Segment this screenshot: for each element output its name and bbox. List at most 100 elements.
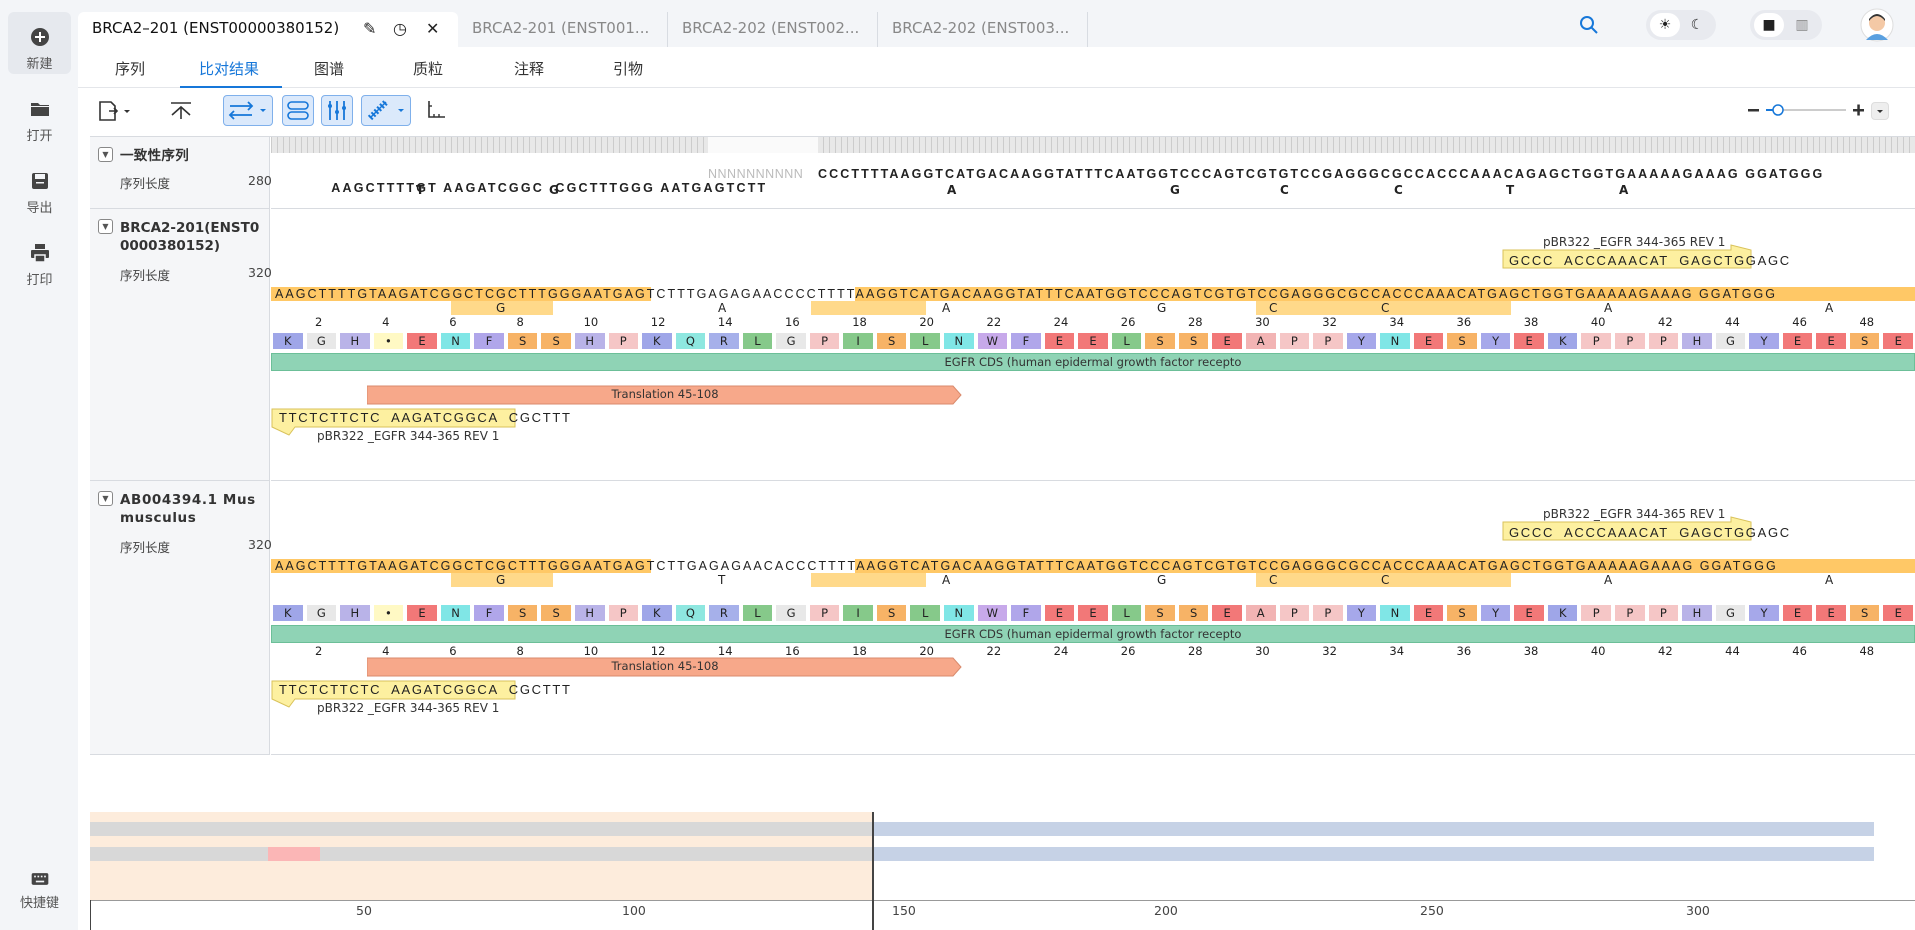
amino-acid[interactable]: E (1212, 605, 1242, 621)
amino-acid[interactable]: E (1078, 605, 1108, 621)
amino-acid[interactable]: Y (1749, 605, 1779, 621)
amino-acid[interactable]: L (1111, 605, 1142, 621)
translation-feature[interactable]: Translation 45-108 (367, 385, 963, 403)
amino-acid[interactable]: P (809, 333, 840, 349)
columns-view-button[interactable] (321, 95, 353, 126)
amino-acid[interactable]: Y (1346, 605, 1377, 621)
amino-acid[interactable]: S (1178, 333, 1209, 349)
amino-acid[interactable]: F (1011, 605, 1041, 621)
amino-acid[interactable]: E (1212, 333, 1242, 349)
amino-acid[interactable]: P (1279, 605, 1310, 621)
direction-toggle-button[interactable] (223, 95, 273, 126)
amino-acid[interactable]: • (373, 605, 404, 621)
collapse-toggle-icon[interactable]: ▼ (98, 219, 113, 234)
file-menu-button[interactable] (96, 95, 136, 126)
amino-acid[interactable]: L (742, 605, 773, 621)
amino-acid[interactable]: F (474, 333, 504, 349)
amino-acid[interactable]: L (1111, 333, 1142, 349)
amino-acid[interactable]: K (273, 333, 303, 349)
amino-acid[interactable]: K (642, 333, 672, 349)
amino-acid[interactable]: W (977, 333, 1008, 349)
edit-icon[interactable]: ✎ (363, 12, 376, 45)
amino-acid[interactable]: E (1816, 605, 1846, 621)
dna-display-button[interactable] (361, 95, 411, 126)
amino-acid[interactable]: H (1682, 333, 1712, 349)
amino-acid[interactable]: K (273, 605, 303, 621)
amino-acid[interactable]: G (776, 605, 806, 621)
amino-acid[interactable]: S (1178, 605, 1209, 621)
doc-tab-4[interactable]: BRCA2-202 (ENST003... (878, 12, 1088, 47)
amino-acid[interactable]: L (910, 333, 941, 349)
amino-acid[interactable]: R (709, 605, 739, 621)
amino-acid[interactable]: S (876, 333, 907, 349)
tab-annotation[interactable]: 注释 (514, 58, 544, 79)
amino-acid[interactable]: S (1849, 605, 1880, 621)
amino-acid[interactable]: N (440, 333, 471, 349)
tab-alignment[interactable]: 比对结果 (199, 58, 259, 79)
amino-acid[interactable]: E (1413, 333, 1444, 349)
amino-acid[interactable]: P (1313, 333, 1343, 349)
tab-sequence[interactable]: 序列 (115, 58, 145, 79)
collapse-all-button[interactable] (166, 95, 196, 126)
amino-acid[interactable]: E (1044, 605, 1075, 621)
amino-acid[interactable]: E (1782, 333, 1813, 349)
amino-acid[interactable]: G (776, 333, 806, 349)
amino-acid[interactable]: W (977, 605, 1008, 621)
doc-tab-2[interactable]: BRCA2-201 (ENST001... (458, 12, 668, 47)
amino-acid[interactable]: P (1279, 333, 1310, 349)
tab-primer[interactable]: 引物 (613, 58, 643, 79)
amino-acid[interactable]: I (843, 333, 873, 349)
amino-acid[interactable]: Q (675, 333, 706, 349)
amino-acid[interactable]: P (608, 605, 639, 621)
light-mode-icon[interactable]: ☀ (1650, 13, 1680, 37)
amino-acid[interactable]: L (742, 333, 773, 349)
amino-acid[interactable]: A (1245, 605, 1276, 621)
amino-acid[interactable]: H (1682, 605, 1712, 621)
overview-viewport-edge[interactable] (872, 812, 874, 900)
sequence-view-button[interactable] (282, 95, 314, 126)
amino-acid[interactable]: P (1581, 605, 1612, 621)
new-button[interactable]: 新建 (8, 12, 71, 74)
cds-feature[interactable]: EGFR CDS (human epidermal growth factor … (271, 625, 1915, 643)
amino-acid[interactable]: H (574, 605, 605, 621)
doc-tab-3[interactable]: BRCA2-202 (ENST002... (668, 12, 878, 47)
export-button[interactable]: 导出 (8, 156, 71, 218)
more-options-button[interactable] (1871, 102, 1889, 120)
shortcut-button[interactable]: 快捷键 (8, 866, 71, 928)
amino-acid[interactable]: E (1816, 333, 1846, 349)
layout-toggle[interactable]: ■ ▥ (1750, 10, 1822, 40)
amino-acid[interactable]: E (1413, 605, 1444, 621)
overview-navigator[interactable]: 50 100 150 200 250 300 (90, 812, 1915, 930)
amino-acid[interactable]: • (373, 333, 404, 349)
collapse-toggle-icon[interactable]: ▼ (98, 147, 113, 162)
open-button[interactable]: 打开 (8, 84, 71, 146)
tab-plasmid[interactable]: 质粒 (413, 58, 443, 79)
amino-acid[interactable]: S (1145, 605, 1175, 621)
amino-acid[interactable]: S (1849, 333, 1880, 349)
amino-acid[interactable]: P (1615, 333, 1645, 349)
amino-acid[interactable]: I (843, 605, 873, 621)
amino-acid[interactable]: E (1078, 333, 1108, 349)
amino-acid[interactable]: P (1313, 605, 1343, 621)
doc-tab-1[interactable]: BRCA2–201 (ENST00000380152) ✎ ◷ ✕ (78, 12, 458, 47)
close-tab-icon[interactable]: ✕ (426, 12, 439, 45)
amino-acid[interactable]: F (1011, 333, 1041, 349)
amino-acid[interactable]: S (1447, 333, 1477, 349)
amino-acid[interactable]: K (1547, 333, 1578, 349)
collapse-toggle-icon[interactable]: ▼ (98, 491, 113, 506)
seq2-track[interactable]: pBR322 _EGFR 344-365 REV 1 GCCC ACCCAAAC… (271, 481, 1915, 755)
amino-acid[interactable]: E (1883, 333, 1913, 349)
amino-acid[interactable]: K (1547, 605, 1578, 621)
amino-acid[interactable]: G (1715, 333, 1746, 349)
amino-acid[interactable]: E (1514, 605, 1544, 621)
amino-acid[interactable]: Q (675, 605, 706, 621)
amino-acid[interactable]: N (944, 333, 974, 349)
theme-toggle[interactable]: ☀ ☾ (1646, 10, 1716, 40)
print-button[interactable]: 打印 (8, 228, 71, 290)
cds-feature[interactable]: EGFR CDS (human epidermal growth factor … (271, 353, 1915, 371)
tab-map[interactable]: 图谱 (314, 58, 344, 79)
history-icon[interactable]: ◷ (393, 12, 407, 45)
dark-mode-icon[interactable]: ☾ (1682, 13, 1712, 37)
amino-acid[interactable]: S (541, 333, 571, 349)
amino-acid[interactable]: P (1648, 605, 1679, 621)
